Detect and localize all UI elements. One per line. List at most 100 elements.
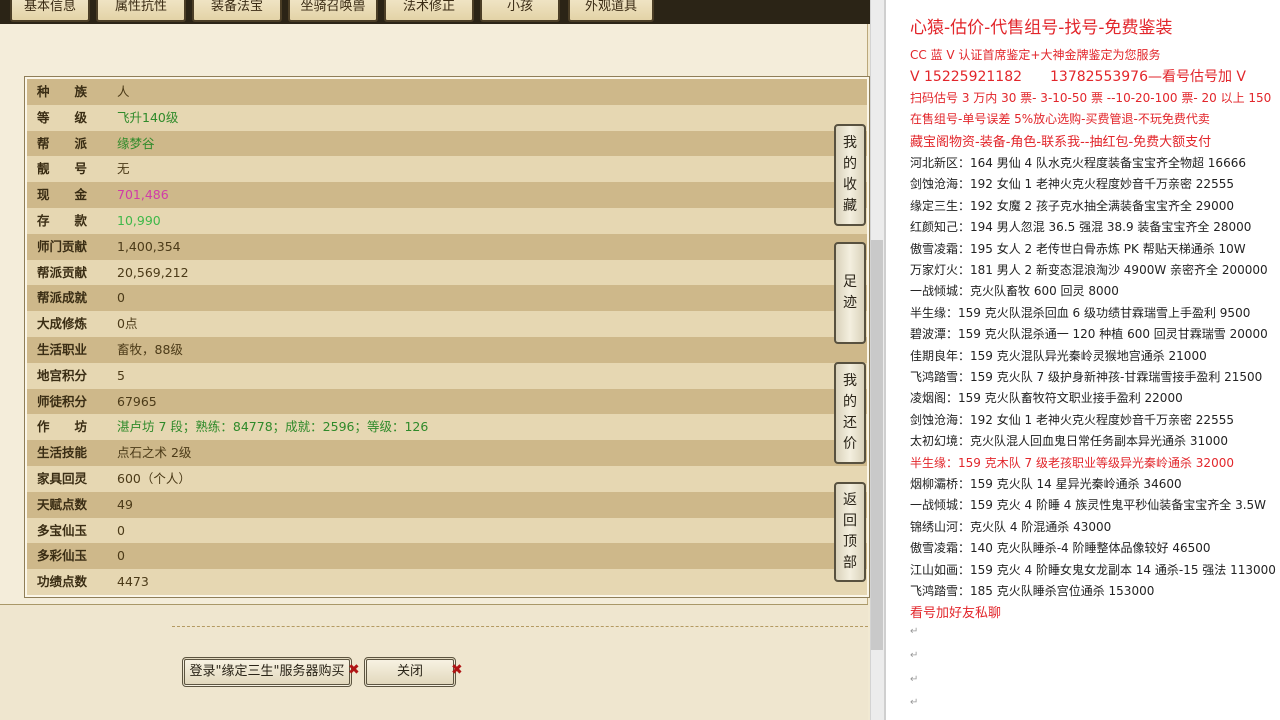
stat-label: 帮派贡献 — [37, 264, 88, 280]
listing-item: 烟柳灞桥：159 克火队 14 星异光秦岭通杀 34600 — [910, 477, 1182, 491]
stat-row: 功绩点数 4473 — [27, 569, 867, 595]
stat-label: 多彩仙玉 — [37, 548, 88, 564]
ad-line: CC 蓝 V 认证首席鉴定+大神金牌鉴定为您服务 — [910, 48, 1161, 62]
side-button-char: 的 — [843, 394, 857, 410]
stat-row: 师门贡献 1,400,354 — [27, 233, 867, 260]
listing-item: 江山如画：159 克火 4 阶睡女鬼女龙副本 14 通杀-15 强法 11300… — [910, 562, 1276, 577]
close-button[interactable]: 关闭 — [364, 657, 456, 687]
stat-label: 存 款 — [37, 212, 88, 228]
my-bargain-button[interactable]: 我的还价 — [834, 362, 866, 464]
stat-value: 无 — [117, 161, 130, 177]
paragraph-mark: ↵ — [910, 697, 919, 708]
side-button-char: 回 — [843, 513, 857, 529]
ad-title: 心猿-估价-代售组号-找号-免费鉴装 — [910, 18, 1173, 38]
stat-label: 师徒积分 — [37, 393, 88, 409]
stat-label: 作 坊 — [37, 419, 88, 435]
listing-item: 剑蚀沧海：192 女仙 1 老神火克火程度妙音千万亲密 22555 — [910, 412, 1234, 427]
stat-row: 大成修炼 0点 — [27, 311, 867, 337]
stat-label: 靓 号 — [37, 161, 88, 177]
scrollbar-thumb[interactable] — [871, 240, 883, 650]
listing-item: 锦绣山河：克火队 4 阶混通杀 43000 — [910, 519, 1112, 534]
stat-row: 帮派贡献 20,569,212 — [27, 259, 867, 286]
stat-label: 师门贡献 — [37, 238, 88, 254]
basic-info-panel: 种 族 人等 级 飞升140级帮 派 缘梦谷靓 号 无现 金 701,486 存 款 10,9… — [0, 24, 870, 604]
listing-panel: 心猿-估价-代售组号-找号-免费鉴装 CC 蓝 V 认证首席鉴定+大神金牌鉴定为您… — [884, 0, 1280, 720]
stat-row: 生活职业 畜牧，88级 — [27, 336, 867, 363]
side-button-char: 藏 — [843, 198, 857, 214]
stat-value: 0 — [117, 548, 125, 564]
stat-value: 10,990 — [117, 212, 161, 228]
tab-4[interactable]: 法术修正 — [384, 0, 474, 22]
side-button-char: 足 — [843, 274, 857, 290]
game-panel: 基本信息 属性抗性 装备法宝 坐骑召唤兽 法术修正 小孩 外观道具 种 族 人等 级 飞升140… — [0, 0, 884, 720]
listing-item: 太初幻境：克火队混人回血鬼日常任务副本异光通杀 31000 — [910, 434, 1228, 449]
my-favorites-button[interactable]: 我的收藏 — [834, 124, 866, 226]
stat-row: 作 坊 湛卢坊 7 段；熟练：84778；成就：2596；等级：126 — [27, 414, 867, 441]
close-x-icon: ✖ — [451, 662, 463, 678]
side-button-char: 迹 — [843, 295, 857, 311]
stat-label: 地宫积分 — [37, 367, 88, 383]
side-button-char: 我 — [843, 373, 857, 389]
stat-row: 多彩仙玉 0 — [27, 543, 867, 570]
footprint-button[interactable]: 足迹 — [834, 242, 866, 344]
paragraph-mark: ↵ — [910, 650, 919, 661]
close-x-icon: ✖ — [348, 662, 360, 678]
stat-value: 67965 — [117, 393, 157, 409]
tab-bar: 基本信息 属性抗性 装备法宝 坐骑召唤兽 法术修正 小孩 外观道具 — [0, 0, 870, 24]
side-button-char: 还 — [843, 415, 857, 431]
paragraph-mark: ↵ — [910, 626, 919, 637]
login-purchase-button[interactable]: 登录"缘定三生"服务器购买 — [182, 657, 352, 687]
stat-value: 点石之术 2级 — [117, 445, 192, 461]
listing-item: 傲雪凌霜：195 女人 2 老传世白骨赤炼 PK 帮贴天梯通杀 10W — [910, 241, 1246, 256]
stat-row: 师徒积分 67965 — [27, 388, 867, 415]
side-button-char: 收 — [843, 177, 857, 193]
stat-label: 大成修炼 — [37, 316, 88, 332]
tab-2[interactable]: 装备法宝 — [192, 0, 282, 22]
listing-item: 半生缘：159 克木队 7 级老孩职业等级异光秦岭通杀 32000 — [910, 455, 1234, 470]
side-button-char: 顶 — [843, 534, 857, 550]
listing-item: 河北新区：164 男仙 4 队水克火程度装备宝宝齐全物超 16666 — [910, 156, 1246, 170]
tab-3[interactable]: 坐骑召唤兽 — [288, 0, 378, 22]
stats-table: 种 族 人等 级 飞升140级帮 派 缘梦谷靓 号 无现 金 701,486 存 款 10,9… — [24, 76, 870, 598]
stat-label: 现 金 — [37, 187, 88, 203]
stat-row: 帮 派 缘梦谷 — [27, 130, 867, 157]
stat-value: 0点 — [117, 316, 138, 332]
stat-row: 帮派成就 0 — [27, 285, 867, 312]
stat-value: 飞升140级 — [117, 109, 179, 125]
stat-label: 生活技能 — [37, 445, 88, 461]
side-button-char: 的 — [843, 156, 857, 172]
listing-item: 碧波潭：159 克火队混杀通一 120 种植 600 回灵甘霖瑞雪 20000 — [910, 327, 1268, 342]
stat-label: 功绩点数 — [37, 574, 88, 590]
paragraph-mark: ↵ — [910, 674, 919, 685]
dashed-divider — [172, 626, 868, 627]
stat-value: 畜牧，88级 — [117, 341, 183, 357]
stat-label: 帮派成就 — [37, 290, 88, 306]
stat-value: 600（个人） — [117, 470, 191, 486]
stat-row: 地宫积分 5 — [27, 362, 867, 389]
stat-row: 生活技能 点石之术 2级 — [27, 440, 867, 466]
stat-value: 湛卢坊 7 段；熟练：84778；成就：2596；等级：126 — [117, 419, 429, 435]
stat-label: 等 级 — [37, 109, 88, 125]
tab-1[interactable]: 属性抗性 — [96, 0, 186, 22]
listing-item: 飞鸿踏雪：185 克火队睡杀宫位通杀 153000 — [910, 584, 1155, 598]
listing-item: 万家灯火：181 男人 2 新变态混浪淘沙 4900W 亲密齐全 200000 — [910, 263, 1268, 277]
ad-line: 在售组号-单号误差 5%放心选购-买费管退-不玩免费代卖 — [910, 112, 1210, 126]
listing-item: 半生缘：159 克火队混杀回血 6 级功绩甘霖瑞雪上手盈利 9500 — [910, 305, 1251, 320]
stat-label: 天赋点数 — [37, 496, 88, 512]
stat-value: 1,400,354 — [117, 238, 181, 254]
tab-5[interactable]: 小孩 — [480, 0, 560, 22]
tab-6[interactable]: 外观道具 — [568, 0, 654, 22]
stat-row: 现 金 701,486 — [27, 182, 867, 208]
stat-value: 4473 — [117, 574, 149, 590]
tab-0[interactable]: 基本信息 — [10, 0, 90, 22]
stat-value: 20,569,212 — [117, 264, 189, 280]
listing-item: 一战倾城：克火队畜牧 600 回灵 8000 — [910, 284, 1119, 299]
back-to-top-button[interactable]: 返回顶部 — [834, 482, 866, 582]
stat-row: 家具回灵 600（个人） — [27, 465, 867, 492]
stat-row: 存 款 10,990 — [27, 207, 867, 234]
stat-label: 帮 派 — [37, 135, 88, 151]
stat-label: 生活职业 — [37, 341, 88, 357]
listing-item: 缘定三生：192 女魔 2 孩子克水抽全满装备宝宝齐全 29000 — [910, 198, 1234, 213]
stat-value: 缘梦谷 — [117, 135, 155, 151]
ad-line: 扫码估号 3 万内 30 票- 3-10-50 票 --10-20-100 票-… — [910, 91, 1272, 105]
